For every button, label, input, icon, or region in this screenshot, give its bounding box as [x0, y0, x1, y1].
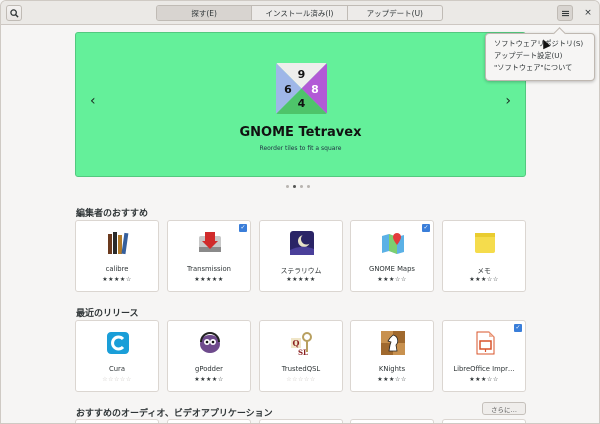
app-name: LibreOffice Impr… — [453, 365, 515, 373]
carousel-dot-active[interactable] — [293, 185, 296, 188]
tile-number-top: 9 — [298, 68, 306, 81]
transmission-icon — [197, 230, 223, 256]
app-name: Transmission — [187, 265, 231, 273]
app-name: calibre — [105, 265, 129, 273]
section-title-recent: 最近のリリース — [76, 309, 139, 319]
carousel-dot[interactable] — [286, 185, 289, 188]
carousel-dot[interactable] — [307, 185, 310, 188]
star-rating: ★★★☆☆ — [469, 276, 499, 283]
tile-number-left: 6 — [284, 83, 292, 96]
gnome-maps-icon — [380, 230, 406, 256]
app-name: gPodder — [195, 365, 223, 373]
svg-text:SL: SL — [298, 348, 308, 356]
close-button[interactable]: × — [582, 5, 594, 21]
stellarium-icon — [289, 230, 315, 256]
banner-prev-button[interactable]: ‹ — [90, 93, 96, 109]
star-rating: ★★★★☆ — [102, 276, 132, 283]
tab-updates[interactable]: アップデート(U) — [348, 6, 442, 20]
tile-number-bottom: 4 — [298, 97, 306, 110]
installed-check-icon: ✓ — [422, 224, 430, 232]
trustedqsl-icon: Q SL — [289, 330, 315, 356]
carousel-dot[interactable] — [300, 185, 303, 188]
app-card[interactable] — [442, 419, 526, 423]
app-card-transmission[interactable]: ✓ Transmission ★★★★★ — [167, 220, 251, 292]
star-rating: ★★★☆☆ — [377, 376, 407, 383]
carousel-indicator — [286, 185, 310, 188]
app-card-knights[interactable]: KNights ★★★☆☆ — [350, 320, 434, 392]
app-name: GNOME Maps — [369, 265, 415, 273]
star-rating: ★★★☆☆ — [377, 276, 407, 283]
section-title-editors: 編集者のおすすめ — [76, 209, 149, 219]
app-card[interactable] — [350, 419, 434, 423]
app-card[interactable] — [167, 419, 251, 423]
gpodder-icon — [197, 330, 223, 356]
search-button[interactable] — [6, 5, 22, 21]
app-card-libreoffice-impress[interactable]: ✓ LibreOffice Impr… ★★★☆☆ — [442, 320, 526, 392]
installed-check-icon: ✓ — [239, 224, 247, 232]
installed-check-icon: ✓ — [514, 324, 522, 332]
app-card-calibre[interactable]: calibre ★★★★☆ — [75, 220, 159, 292]
app-card-trustedqsl[interactable]: Q SL TrustedQSL ☆☆☆☆☆ — [259, 320, 343, 392]
banner-next-button[interactable]: › — [505, 93, 511, 109]
featured-banner[interactable]: ‹ › 9 6 8 4 GNOME Tetravex Reorder tiles… — [75, 32, 526, 177]
app-card-stellarium[interactable]: ステラリウム ★★★★★ — [259, 220, 343, 292]
software-window: 探す(E) インストール済み(I) アップデート(U) × ソフトウェアリポジト… — [0, 0, 600, 424]
tab-explore[interactable]: 探す(E) — [157, 6, 253, 20]
star-rating: ★★★★★ — [194, 276, 224, 283]
menu-item-update-preferences[interactable]: アップデート設定(U) — [494, 50, 586, 62]
view-switcher: 探す(E) インストール済み(I) アップデート(U) — [156, 5, 443, 21]
banner-title: GNOME Tetravex — [239, 125, 362, 140]
libreoffice-impress-icon — [472, 330, 498, 356]
star-rating: ★★★★★ — [286, 276, 316, 283]
app-card-cura[interactable]: Cura ☆☆☆☆☆ — [75, 320, 159, 392]
app-card-gnome-maps[interactable]: ✓ GNOME Maps ★★★☆☆ — [350, 220, 434, 292]
star-rating: ☆☆☆☆☆ — [286, 376, 316, 383]
star-rating: ★★★★☆ — [194, 376, 224, 383]
star-rating: ★★★☆☆ — [469, 376, 499, 383]
hamburger-menu-icon — [561, 10, 569, 16]
app-name: TrustedQSL — [281, 365, 321, 373]
menu-button[interactable] — [557, 5, 573, 21]
svg-text:Q: Q — [293, 338, 300, 348]
app-name: メモ — [477, 267, 491, 275]
app-card-memo[interactable]: メモ ★★★☆☆ — [442, 220, 526, 292]
tetravex-app-icon: 9 6 8 4 — [276, 63, 327, 114]
banner-subtitle: Reorder tiles to fit a square — [259, 145, 342, 152]
app-card-gpodder[interactable]: gPodder ★★★★☆ — [167, 320, 251, 392]
tile-number-right: 8 — [311, 83, 319, 96]
app-name: KNights — [378, 365, 406, 373]
app-name: Cura — [108, 365, 125, 373]
header-bar: 探す(E) インストール済み(I) アップデート(U) × — [1, 1, 599, 25]
app-card[interactable] — [75, 419, 159, 423]
calibre-icon — [105, 230, 131, 256]
search-icon — [9, 8, 19, 18]
cura-icon — [105, 330, 131, 356]
tab-installed[interactable]: インストール済み(I) — [252, 6, 348, 20]
menu-item-about[interactable]: "ソフトウェア"について — [494, 62, 586, 74]
app-name: ステラリウム — [280, 267, 322, 275]
knights-icon — [380, 330, 406, 356]
app-card[interactable] — [259, 419, 343, 423]
star-rating: ☆☆☆☆☆ — [102, 376, 132, 383]
more-button[interactable]: さらに… — [482, 402, 526, 415]
section-title-audio-video: おすすめのオーディオ、ビデオアプリケーション — [76, 409, 273, 419]
sticky-note-icon — [472, 230, 498, 256]
